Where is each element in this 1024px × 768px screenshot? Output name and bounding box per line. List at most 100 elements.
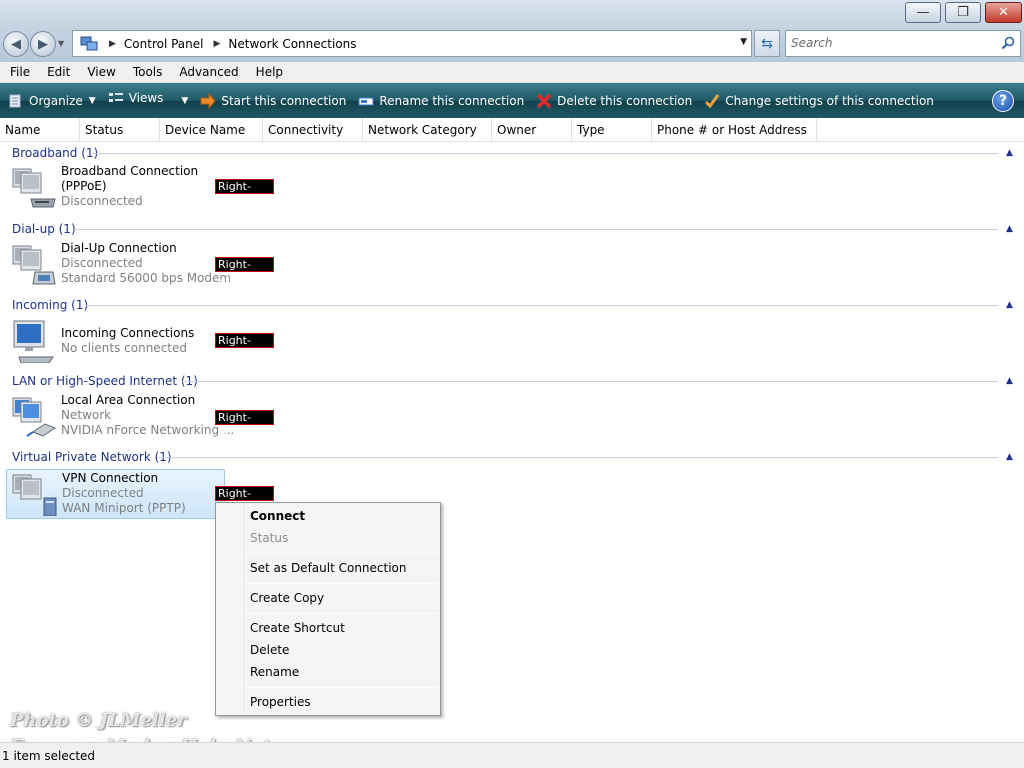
menu-item-create-copy[interactable]: Create Copy	[250, 588, 324, 608]
right-click-annotation: Right-Click	[215, 486, 274, 513]
connection-device: Standard 56000 bps Modem	[61, 271, 232, 285]
column-type[interactable]: Type	[572, 118, 652, 142]
menu-separator	[247, 687, 438, 688]
breadcrumb-separator-icon[interactable]: ▶	[109, 39, 116, 49]
menu-item-status[interactable]: Status	[250, 528, 288, 548]
back-arrow-icon: ◀	[11, 36, 21, 52]
menu-item-connect[interactable]: Connect	[250, 506, 305, 526]
views-button[interactable]: Views ▼	[102, 80, 195, 115]
menu-item-delete[interactable]: Delete	[250, 640, 289, 660]
incoming-monitor-icon	[9, 319, 57, 364]
context-menu: Connect Status Set as Default Connection…	[215, 502, 441, 716]
connection-status: Disconnected	[61, 256, 143, 270]
breadcrumb-control-panel[interactable]: Control Panel	[124, 37, 204, 51]
recent-pages-chevron-icon[interactable]: ▼	[58, 39, 64, 48]
breadcrumb-network-connections[interactable]: Network Connections	[228, 37, 356, 51]
right-click-annotation: Right-Click	[215, 257, 274, 284]
collapse-chevron-icon[interactable]: ▲	[1006, 224, 1013, 234]
column-header-row: Name Status Device Name Connectivity Net…	[0, 118, 1024, 142]
group-divider	[74, 229, 998, 230]
address-bar[interactable]: ▶ Control Panel ▶ Network Connections ▼	[72, 30, 752, 57]
organize-button[interactable]: Organize ▼	[0, 83, 102, 118]
collapse-chevron-icon[interactable]: ▲	[1006, 148, 1013, 158]
connection-name: Incoming Connections	[61, 326, 195, 340]
menu-advanced[interactable]: Advanced	[169, 62, 245, 82]
forward-button[interactable]: ▶	[30, 31, 56, 57]
broadband-modem-icon	[9, 165, 57, 209]
chevron-down-icon: ▼	[88, 95, 96, 106]
connection-name: Broadband Connection	[61, 164, 199, 178]
search-input[interactable]: Search	[785, 30, 1021, 57]
connection-name: VPN Connection	[62, 471, 159, 485]
group-header-dialup[interactable]: Dial-up (1)	[12, 221, 76, 237]
column-phone-host[interactable]: Phone # or Host Address	[652, 118, 817, 142]
watermark-line1: Photo © JLMeller	[10, 710, 187, 731]
address-dropdown-icon[interactable]: ▼	[740, 37, 747, 47]
connection-name: Dial-Up Connection	[61, 241, 177, 255]
vpn-tower-icon	[10, 472, 58, 517]
maximize-button[interactable]: ❐	[945, 2, 981, 23]
minimize-icon: —	[916, 5, 930, 20]
close-button[interactable]: ✕	[985, 2, 1022, 23]
menu-edit[interactable]: Edit	[37, 62, 77, 82]
list-item-vpn[interactable]: VPN Connection Disconnected WAN Miniport…	[6, 469, 225, 519]
breadcrumb-separator-icon[interactable]: ▶	[214, 39, 221, 49]
rename-connection-button[interactable]: Rename this connection	[352, 83, 530, 118]
connection-status: No clients connected	[61, 341, 187, 355]
group-header-vpn[interactable]: Virtual Private Network (1)	[12, 449, 172, 465]
checkmark-icon	[704, 93, 720, 109]
collapse-chevron-icon[interactable]: ▲	[1006, 376, 1013, 386]
status-bar: 1 item selected	[0, 742, 1024, 768]
connection-status: Disconnected	[61, 194, 143, 208]
column-owner[interactable]: Owner	[492, 118, 572, 142]
menu-file[interactable]: File	[0, 62, 37, 82]
back-button[interactable]: ◀	[3, 31, 29, 57]
menu-separator	[247, 613, 438, 614]
network-connections-icon	[79, 35, 99, 53]
group-header-incoming[interactable]: Incoming (1)	[12, 297, 88, 313]
group-divider	[157, 457, 998, 458]
connection-type-detail: (PPPoE)	[61, 179, 107, 193]
minimize-button[interactable]: —	[905, 2, 941, 23]
column-status[interactable]: Status	[80, 118, 160, 142]
menu-item-rename[interactable]: Rename	[250, 662, 299, 682]
search-placeholder: Search	[791, 36, 833, 50]
collapse-chevron-icon[interactable]: ▲	[1006, 300, 1013, 310]
group-header-broadband[interactable]: Broadband (1)	[12, 145, 98, 161]
column-connectivity[interactable]: Connectivity	[263, 118, 363, 142]
search-icon[interactable]	[1001, 36, 1015, 50]
list-item-lan[interactable]: Local Area Connection Network NVIDIA nFo…	[6, 392, 234, 442]
list-item-dialup[interactable]: Dial-Up Connection Disconnected Standard…	[6, 240, 231, 290]
organize-icon	[8, 93, 24, 109]
organize-label: Organize	[29, 93, 83, 108]
right-click-annotation: Right-Click	[215, 410, 274, 437]
group-header-lan[interactable]: LAN or High-Speed Internet (1)	[12, 373, 198, 389]
help-button[interactable]: ?	[992, 90, 1014, 112]
list-item-broadband[interactable]: Broadband Connection (PPPoE) Disconnecte…	[6, 163, 225, 213]
forward-arrow-icon: ▶	[38, 36, 48, 52]
refresh-button[interactable]: ⇆	[754, 30, 780, 57]
menu-tools[interactable]: Tools	[123, 62, 170, 82]
start-connection-button[interactable]: Start this connection	[194, 83, 352, 118]
column-device-name[interactable]: Device Name	[160, 118, 263, 142]
menu-view[interactable]: View	[77, 62, 122, 82]
menu-help[interactable]: Help	[246, 62, 290, 82]
rename-icon	[358, 93, 374, 109]
help-icon: ?	[998, 93, 1008, 109]
connection-device: NVIDIA nForce Networking ...	[61, 423, 235, 437]
menu-item-set-default[interactable]: Set as Default Connection	[250, 558, 407, 578]
list-item-incoming[interactable]: Incoming Connections No clients connecte…	[6, 317, 225, 367]
group-divider	[86, 305, 998, 306]
lan-network-icon	[9, 394, 57, 438]
views-icon	[108, 90, 124, 106]
delete-connection-button[interactable]: Delete this connection	[530, 83, 698, 118]
column-name[interactable]: Name	[0, 118, 80, 142]
connections-list: Broadband (1) ▲ Broadband Connection (PP…	[0, 142, 1024, 742]
change-settings-button[interactable]: Change settings of this connection	[698, 83, 940, 118]
menu-item-create-shortcut[interactable]: Create Shortcut	[250, 618, 345, 638]
column-network-category[interactable]: Network Category	[363, 118, 492, 142]
collapse-chevron-icon[interactable]: ▲	[1006, 452, 1013, 462]
refresh-icon: ⇆	[761, 35, 773, 52]
address-row: ◀ ▶ ▼ ▶ Control Panel ▶ Network Connecti…	[0, 28, 1024, 62]
right-click-annotation: Right-Click	[215, 333, 274, 360]
